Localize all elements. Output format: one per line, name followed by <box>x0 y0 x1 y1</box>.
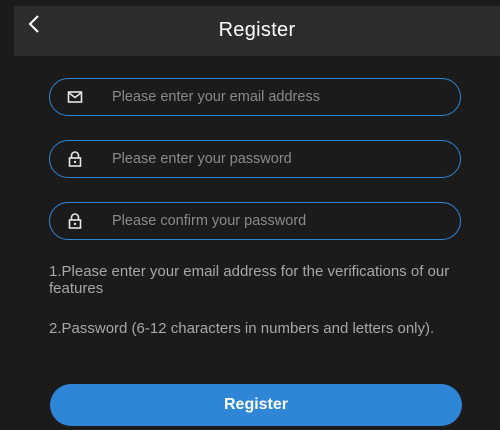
mail-icon <box>66 88 84 106</box>
email-field[interactable] <box>49 78 461 116</box>
password-input[interactable] <box>112 141 446 177</box>
email-input[interactable] <box>112 79 446 115</box>
confirm-password-field[interactable] <box>49 202 461 240</box>
email-hint-text: 1.Please enter your email address for th… <box>49 263 450 297</box>
lock-icon <box>66 212 84 230</box>
confirm-password-input[interactable] <box>112 203 446 239</box>
password-hint-text: 2.Password (6-12 characters in numbers a… <box>49 320 435 337</box>
lock-icon <box>66 150 84 168</box>
password-field[interactable] <box>49 140 461 178</box>
top-bar: Register <box>14 6 500 56</box>
page-title: Register <box>218 19 296 41</box>
register-button[interactable]: Register <box>50 384 462 426</box>
